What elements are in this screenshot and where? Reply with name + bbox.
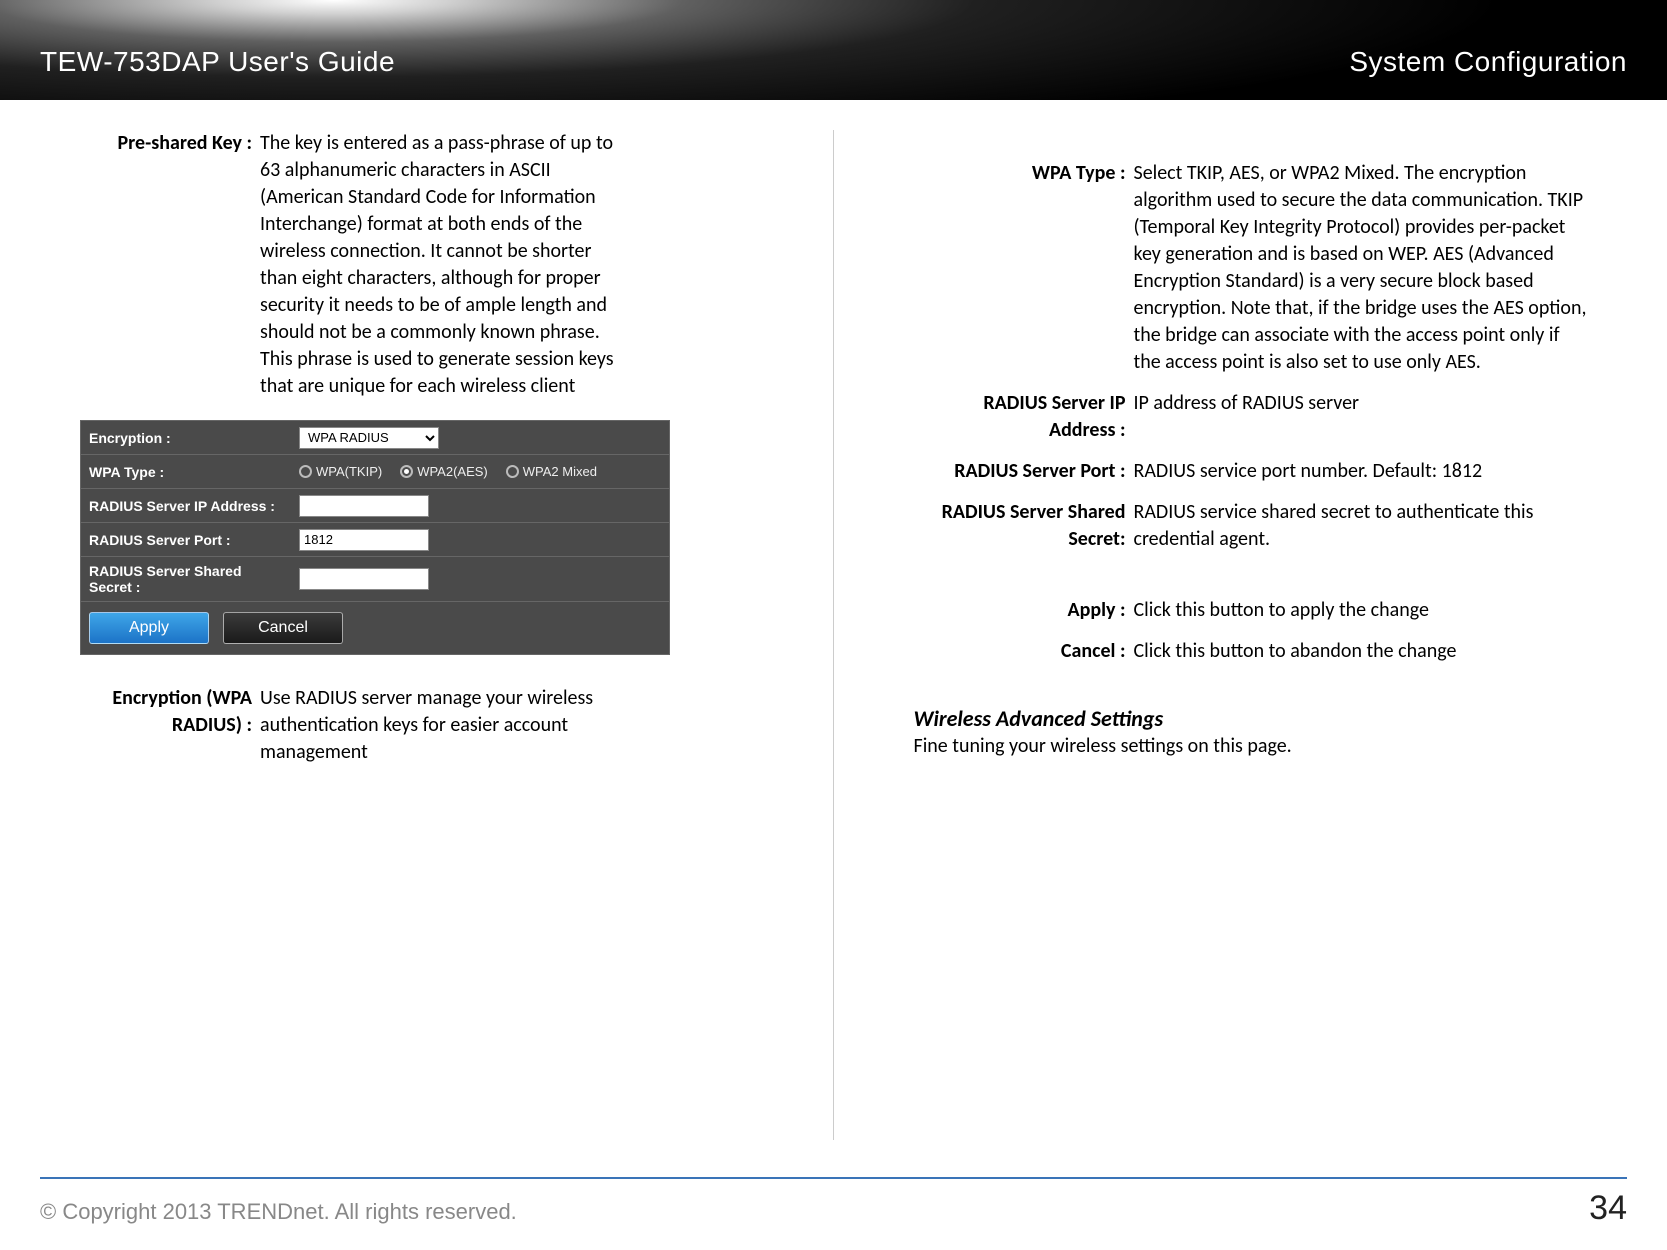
row-radius-port: RADIUS Server Port : [81,523,669,557]
def-value: The key is entered as a pass-phrase of u… [260,130,630,400]
def-label: Apply : [914,597,1134,624]
def-label: Encryption (WPA RADIUS) : [80,685,260,766]
radius-ip-input[interactable] [299,495,429,517]
row-encryption: Encryption : WPA RADIUS [81,421,669,455]
def-radius-ip: RADIUS Server IP Address : IP address of… [914,390,1588,444]
radio-wpa2-aes[interactable]: WPA2(AES) [400,464,488,479]
panel-button-row: Apply Cancel [81,602,669,654]
def-value: RADIUS service shared secret to authenti… [1134,499,1588,553]
def-label: RADIUS Server Port : [914,458,1134,485]
def-value: Click this button to apply the change [1134,597,1588,624]
footer: © Copyright 2013 TRENDnet. All rights re… [40,1177,1627,1228]
def-label: RADIUS Server Shared Secret: [914,499,1134,553]
panel-label-secret: RADIUS Server Shared Secret : [81,557,291,601]
row-radius-secret: RADIUS Server Shared Secret : [81,557,669,602]
header-right: System Configuration [1349,46,1627,78]
copyright: © Copyright 2013 TRENDnet. All rights re… [40,1199,517,1225]
radius-secret-input[interactable] [299,568,429,590]
left-column: Pre-shared Key : The key is entered as a… [40,130,834,1140]
def-value: RADIUS service port number. Default: 181… [1134,458,1588,485]
def-label: RADIUS Server IP Address : [914,390,1134,444]
section-sub-advanced: Fine tuning your wireless settings on th… [914,734,1588,758]
right-column: WPA Type : Select TKIP, AES, or WPA2 Mix… [834,130,1628,1140]
encryption-select[interactable]: WPA RADIUS [299,427,439,449]
panel-label-encryption: Encryption : [81,424,291,452]
def-encryption-radius: Encryption (WPA RADIUS) : Use RADIUS ser… [80,685,773,766]
apply-button[interactable]: Apply [89,612,209,644]
header-left: TEW-753DAP User's Guide [40,46,395,78]
def-radius-port: RADIUS Server Port : RADIUS service port… [914,458,1588,485]
page-number: 34 [1589,1189,1627,1228]
def-label: Cancel : [914,638,1134,665]
panel-label-ip: RADIUS Server IP Address : [81,492,291,520]
def-value: Select TKIP, AES, or WPA2 Mixed. The enc… [1134,160,1588,376]
def-value: Use RADIUS server manage your wireless a… [260,685,630,766]
def-apply: Apply : Click this button to apply the c… [914,597,1588,624]
panel-label-wpatype: WPA Type : [81,458,291,486]
page-header: TEW-753DAP User's Guide System Configura… [0,0,1667,100]
radio-wpa-tkip[interactable]: WPA(TKIP) [299,464,382,479]
def-label: WPA Type : [914,160,1134,376]
def-value: Click this button to abandon the change [1134,638,1588,665]
row-radius-ip: RADIUS Server IP Address : [81,489,669,523]
def-presharedkey: Pre-shared Key : The key is entered as a… [80,130,773,400]
def-value: IP address of RADIUS server [1134,390,1588,444]
def-label: Pre-shared Key : [80,130,260,400]
section-title-advanced: Wireless Advanced Settings [914,705,1588,732]
router-panel: Encryption : WPA RADIUS WPA Type : WPA(T… [80,420,670,655]
content: Pre-shared Key : The key is entered as a… [0,100,1667,1140]
radio-wpa2-mixed[interactable]: WPA2 Mixed [506,464,597,479]
row-wpatype: WPA Type : WPA(TKIP) WPA2(AES) WPA2 Mixe… [81,455,669,489]
radius-port-input[interactable] [299,529,429,551]
wpa-radio-group: WPA(TKIP) WPA2(AES) WPA2 Mixed [299,464,597,479]
cancel-button[interactable]: Cancel [223,612,343,644]
def-wpatype: WPA Type : Select TKIP, AES, or WPA2 Mix… [914,160,1588,376]
def-cancel: Cancel : Click this button to abandon th… [914,638,1588,665]
def-radius-secret: RADIUS Server Shared Secret: RADIUS serv… [914,499,1588,553]
panel-label-port: RADIUS Server Port : [81,526,291,554]
